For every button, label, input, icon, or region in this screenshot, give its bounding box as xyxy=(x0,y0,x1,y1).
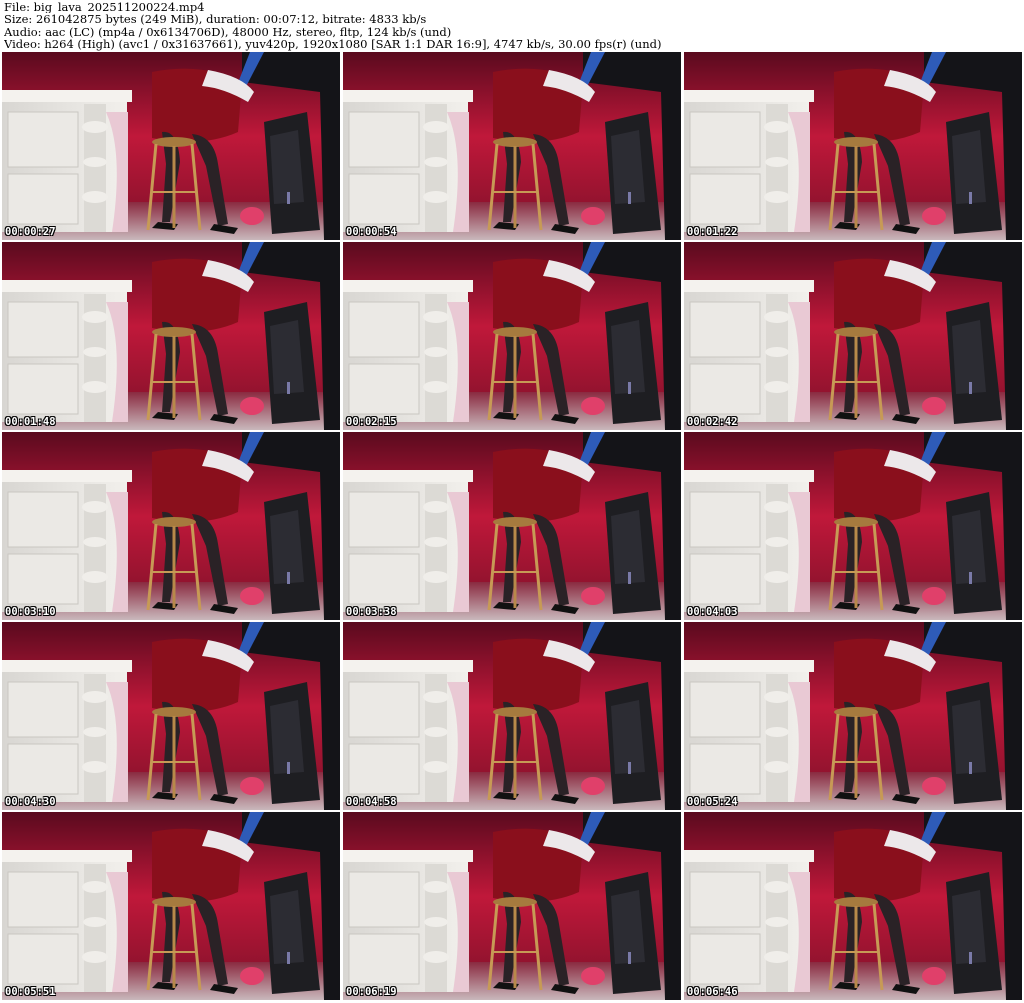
thumbnail-timestamp: 00:01:22 xyxy=(687,226,738,238)
thumbnail-timestamp: 00:03:38 xyxy=(346,606,397,618)
thumbnail-timestamp: 00:00:54 xyxy=(346,226,397,238)
thumbnail-frame-image xyxy=(2,622,340,810)
video-thumbnail-5[interactable]: 00:02:15 xyxy=(343,242,681,430)
file-info-header: File: big_lava_202511200224.mp4 Size: 26… xyxy=(4,1,1020,51)
thumbnail-timestamp: 00:03:10 xyxy=(5,606,56,618)
thumbnail-timestamp: 00:01:48 xyxy=(5,416,56,428)
thumbnail-timestamp: 00:06:19 xyxy=(346,986,397,998)
thumbnail-timestamp: 00:04:30 xyxy=(5,796,56,808)
thumbnail-frame-image xyxy=(343,622,681,810)
thumbnail-grid: 00:00:27 00:00:54 00:01:22 00:01:48 00:0… xyxy=(2,52,1022,1002)
thumbnail-timestamp: 00:05:24 xyxy=(687,796,738,808)
thumbnail-frame-image xyxy=(2,52,340,240)
video-thumbnail-15[interactable]: 00:06:46 xyxy=(684,812,1022,1000)
thumbnail-frame-image xyxy=(2,432,340,620)
thumbnail-frame-image xyxy=(343,812,681,1000)
thumbnail-timestamp: 00:02:42 xyxy=(687,416,738,428)
video-thumbnail-10[interactable]: 00:04:30 xyxy=(2,622,340,810)
thumbnail-frame-image xyxy=(684,812,1022,1000)
thumbnail-frame-image xyxy=(343,432,681,620)
video-thumbnail-14[interactable]: 00:06:19 xyxy=(343,812,681,1000)
video-thumbnail-2[interactable]: 00:00:54 xyxy=(343,52,681,240)
thumbnail-timestamp: 00:04:03 xyxy=(687,606,738,618)
thumbnail-frame-image xyxy=(2,242,340,430)
file-size-line: Size: 261042875 bytes (249 MiB), duratio… xyxy=(4,13,427,26)
video-thumbnail-7[interactable]: 00:03:10 xyxy=(2,432,340,620)
file-name-line: File: big_lava_202511200224.mp4 xyxy=(4,1,205,14)
thumbnail-frame-image xyxy=(684,242,1022,430)
audio-info-line: Audio: aac (LC) (mp4a / 0x6134706D), 480… xyxy=(4,25,452,39)
thumbnail-frame-image xyxy=(2,812,340,1000)
thumbnail-timestamp: 00:06:46 xyxy=(687,986,738,998)
thumbnail-timestamp: 00:00:27 xyxy=(5,226,56,238)
video-thumbnail-8[interactable]: 00:03:38 xyxy=(343,432,681,620)
thumbnail-frame-image xyxy=(684,432,1022,620)
video-thumbnail-13[interactable]: 00:05:51 xyxy=(2,812,340,1000)
video-info-line: Video: h264 (High) (avc1 / 0x31637661), … xyxy=(4,38,662,51)
thumbnail-timestamp: 00:04:58 xyxy=(346,796,397,808)
thumbnail-timestamp: 00:02:15 xyxy=(346,416,397,428)
thumbnail-frame-image xyxy=(684,52,1022,240)
video-thumbnail-9[interactable]: 00:04:03 xyxy=(684,432,1022,620)
video-thumbnail-3[interactable]: 00:01:22 xyxy=(684,52,1022,240)
video-thumbnail-1[interactable]: 00:00:27 xyxy=(2,52,340,240)
video-thumbnail-11[interactable]: 00:04:58 xyxy=(343,622,681,810)
video-thumbnail-12[interactable]: 00:05:24 xyxy=(684,622,1022,810)
thumbnail-timestamp: 00:05:51 xyxy=(5,986,56,998)
thumbnail-frame-image xyxy=(684,622,1022,810)
video-thumbnail-6[interactable]: 00:02:42 xyxy=(684,242,1022,430)
video-thumbnail-4[interactable]: 00:01:48 xyxy=(2,242,340,430)
thumbnail-frame-image xyxy=(343,242,681,430)
thumbnail-frame-image xyxy=(343,52,681,240)
